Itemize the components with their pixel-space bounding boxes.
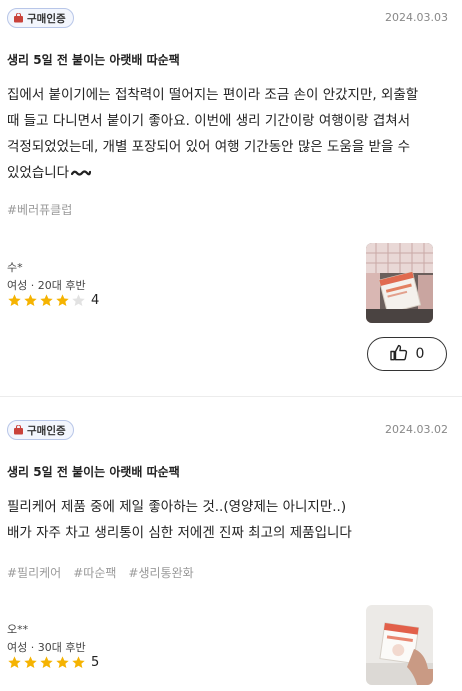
rating-score: 4 [91, 293, 100, 308]
tag[interactable]: #따순팩 [73, 564, 116, 581]
star-icon [39, 293, 54, 308]
rating-score: 5 [91, 655, 100, 670]
star-icon [55, 655, 70, 670]
review-line: 걱정되었었는데, 개별 포장되어 있어 여행 기간동안 많은 도움을 받을 수 [7, 139, 411, 155]
tag[interactable]: #생리통완화 [128, 564, 193, 581]
tag[interactable]: #베러퓨클럽 [7, 201, 72, 218]
review-card: 구매인증 2024.03.03 생리 5일 전 붙이는 아랫배 따순팩 집에서 … [0, 0, 462, 397]
tag[interactable]: #필리케어 [7, 564, 61, 581]
reviewer-name: 수* [7, 261, 23, 274]
review-body: 필리케어 제품 중에 제일 좋아하는 것..(영양제는 아니지만..) 배가 자… [7, 494, 452, 546]
review-line: 집에서 붙이기에는 접착력이 떨어지는 편이라 조금 손이 안갔지만, 외출할 [7, 87, 419, 103]
tag-list: #베러퓨클럽 [7, 201, 72, 218]
star-rating: 4 [7, 293, 99, 308]
star-icon [7, 655, 22, 670]
review-line: 때 들고 다니면서 붙이기 좋아요. 이번에 생리 기간이랑 여행이랑 겹쳐서 [7, 113, 411, 129]
thumbs-up-icon [389, 344, 408, 365]
review-body: 집에서 붙이기에는 접착력이 떨어지는 편이라 조금 손이 안갔지만, 외출할 … [7, 82, 452, 186]
star-icon [7, 293, 22, 308]
review-card: 구매인증 2024.03.02 생리 5일 전 붙이는 아랫배 따순팩 필리케어… [0, 412, 462, 691]
purchase-verified-badge: 구매인증 [7, 420, 74, 440]
star-icon [23, 655, 38, 670]
product-name: 생리 5일 전 붙이는 아랫배 따순팩 [7, 53, 180, 67]
review-line: 필리케어 제품 중에 제일 좋아하는 것..(영양제는 아니지만..) [7, 499, 347, 515]
review-date: 2024.03.03 [385, 11, 448, 24]
star-icon [71, 655, 86, 670]
shopping-bag-icon [13, 13, 24, 23]
review-line: 배가 자주 차고 생리통이 심한 저에겐 진짜 최고의 제품입니다 [7, 525, 352, 541]
tag-list: #필리케어 #따순팩 #생리통완화 [7, 564, 194, 581]
badge-label: 구매인증 [27, 424, 66, 437]
star-icon [71, 293, 86, 308]
like-button[interactable]: 0 [367, 337, 447, 371]
review-date: 2024.03.02 [385, 423, 448, 436]
purchase-verified-badge: 구매인증 [7, 8, 74, 28]
product-name: 생리 5일 전 붙이는 아랫배 따순팩 [7, 465, 180, 479]
reviewer-profile: 여성 · 30대 후반 [7, 641, 86, 654]
like-count: 0 [415, 346, 425, 362]
wavy-emoji-icon [71, 160, 92, 186]
review-line: 있었습니다 [7, 160, 452, 186]
review-photo-thumbnail[interactable] [366, 243, 433, 323]
star-icon [55, 293, 70, 308]
shopping-bag-icon [13, 425, 24, 435]
reviewer-profile: 여성 · 20대 후반 [7, 279, 86, 292]
badge-label: 구매인증 [27, 12, 66, 25]
star-icon [23, 293, 38, 308]
review-photo-thumbnail[interactable] [366, 605, 433, 685]
review-divider [0, 396, 462, 397]
review-line-text: 있었습니다 [7, 165, 70, 181]
star-icon [39, 655, 54, 670]
reviewer-name: 오** [7, 623, 29, 636]
star-rating: 5 [7, 655, 99, 670]
